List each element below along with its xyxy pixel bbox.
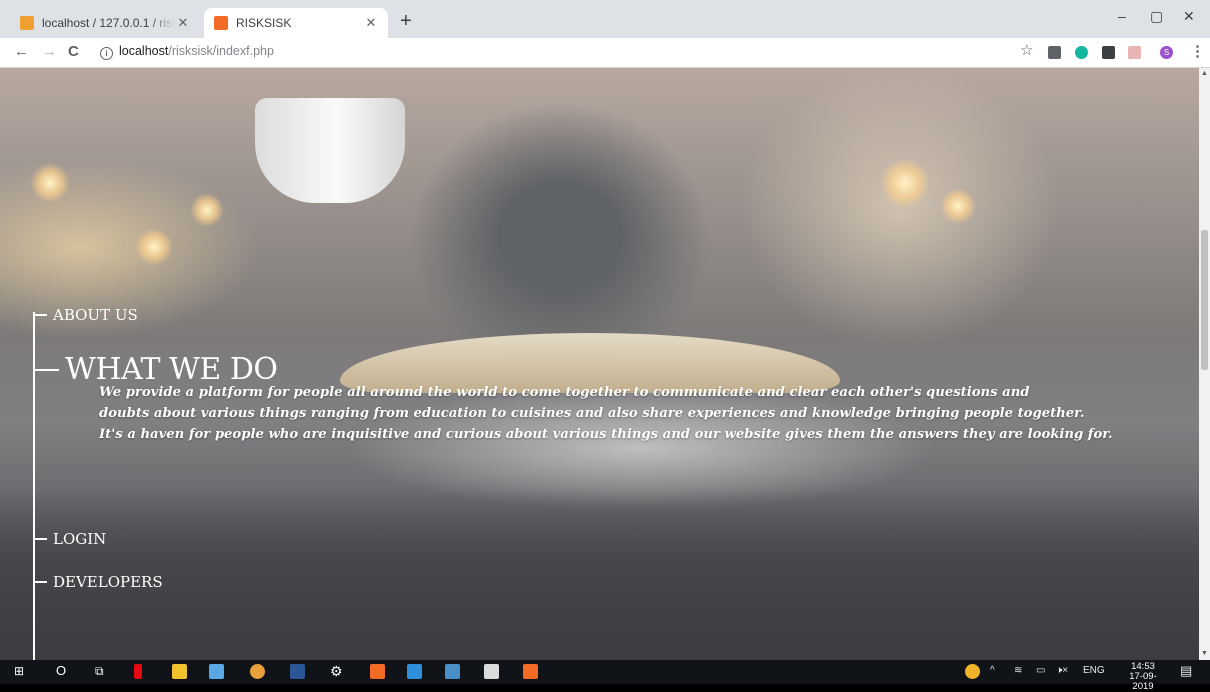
settings-gear-icon[interactable]: ⚙ <box>330 663 343 679</box>
scroll-thumb[interactable] <box>1201 230 1208 370</box>
task-view-icon[interactable]: ⧉ <box>95 663 104 679</box>
notifications-icon[interactable]: ▤ <box>1180 663 1192 679</box>
word-icon[interactable] <box>290 664 305 679</box>
windows-start-icon[interactable]: ⊞ <box>14 663 24 679</box>
risksisk-favicon-icon <box>214 16 228 30</box>
volume-muted-icon[interactable]: 🕨× <box>1056 665 1068 676</box>
windows-taskbar: ⊞ O ⧉ ⚙ ^ ≋ ▭ 🕨× ENG 14:53 17-09-2019 ▤ <box>0 660 1210 692</box>
tab-phpmyadmin[interactable]: localhost / 127.0.0.1 / risksisk / lo ✕ <box>10 8 200 38</box>
reload-icon[interactable]: C <box>68 44 79 60</box>
fairy-light <box>880 158 930 208</box>
description-line: doubts about various things ranging from… <box>99 406 1085 421</box>
app-icon[interactable] <box>445 664 460 679</box>
fairy-light <box>30 163 70 203</box>
tab-title: RISKSISK <box>236 16 292 30</box>
extension-camera-icon[interactable] <box>1048 46 1061 59</box>
address-path: /risksisk/indexf.php <box>168 44 274 58</box>
coffee-cup-image <box>255 98 405 203</box>
nav-tick <box>33 581 47 583</box>
address-host: localhost <box>119 44 169 58</box>
nav-login[interactable]: LOGIN <box>33 530 106 548</box>
network-icon[interactable]: ≋ <box>1014 665 1022 676</box>
minimize-icon[interactable]: – <box>1118 8 1126 24</box>
blanket-shade <box>0 488 1199 660</box>
extension-teal-icon[interactable] <box>1075 46 1088 59</box>
search-icon[interactable]: O <box>56 663 66 679</box>
language-indicator[interactable]: ENG <box>1083 665 1105 676</box>
phpmyadmin-favicon-icon <box>20 16 34 30</box>
page-scrollbar[interactable]: ▲ ▼ <box>1199 68 1210 660</box>
nav-developers-label: DEVELOPERS <box>53 573 163 591</box>
nav-tick <box>33 538 47 540</box>
address-bar[interactable]: i localhost/risksisk/indexf.php <box>100 44 274 60</box>
nav-developers[interactable]: DEVELOPERS <box>33 573 163 591</box>
risksisk-app-icon[interactable] <box>370 664 385 679</box>
netflix-icon[interactable] <box>134 664 142 679</box>
file-explorer-icon[interactable] <box>172 664 187 679</box>
nav-about-label: ABOUT US <box>53 306 138 324</box>
what-we-do-description: We provide a platform for people all aro… <box>99 382 1159 445</box>
browser-tab-bar: localhost / 127.0.0.1 / risksisk / lo ✕ … <box>0 0 1210 38</box>
app-icon[interactable] <box>523 664 538 679</box>
bookmark-star-icon[interactable]: ☆ <box>1020 43 1033 59</box>
profile-avatar[interactable]: S <box>1160 46 1173 59</box>
tab-risksisk[interactable]: RISKSISK ✕ <box>204 8 388 38</box>
battery-icon[interactable]: ▭ <box>1036 665 1045 676</box>
fairy-light <box>135 228 173 266</box>
chrome-icon[interactable] <box>250 664 265 679</box>
maximize-icon[interactable]: ▢ <box>1150 8 1163 25</box>
system-clock[interactable]: 14:53 17-09-2019 <box>1122 662 1164 692</box>
store-icon[interactable] <box>209 664 224 679</box>
forward-arrow-icon[interactable]: → <box>42 44 57 60</box>
tray-chevron-icon[interactable]: ^ <box>990 665 995 676</box>
extension-pdf-icon[interactable] <box>1128 46 1141 59</box>
clock-date: 17-09-2019 <box>1129 671 1157 692</box>
nav-tick <box>33 314 47 316</box>
browser-toolbar: ← → C i localhost/risksisk/indexf.php ☆ S… <box>0 38 1210 68</box>
tab-close-icon[interactable]: ✕ <box>364 15 378 31</box>
scroll-down-arrow-icon[interactable]: ▼ <box>1199 648 1210 660</box>
tab-close-icon[interactable]: ✕ <box>176 15 190 31</box>
scroll-up-arrow-icon[interactable]: ▲ <box>1199 68 1210 80</box>
fairy-light <box>190 193 224 227</box>
new-tab-button[interactable]: + <box>400 11 412 31</box>
nav-about-us[interactable]: ABOUT US <box>33 306 138 324</box>
back-arrow-icon[interactable]: ← <box>14 44 29 60</box>
photos-icon[interactable] <box>484 664 499 679</box>
window-close-icon[interactable]: ✕ <box>1183 8 1195 25</box>
help-icon[interactable] <box>965 664 980 679</box>
tab-title: localhost / 127.0.0.1 / risksisk / lo <box>42 16 176 30</box>
browser-menu-icon[interactable]: ⋮ <box>1190 44 1205 60</box>
nav-tick <box>33 368 59 371</box>
site-info-icon[interactable]: i <box>100 47 113 60</box>
extension-g-icon[interactable] <box>1102 46 1115 59</box>
description-line: It's a haven for people who are inquisit… <box>99 427 1113 442</box>
description-line: We provide a platform for people all aro… <box>99 385 1030 400</box>
hero-section: ABOUT US WHAT WE DO LOGIN DEVELOPERS We … <box>0 68 1199 660</box>
fairy-light <box>940 188 976 224</box>
nav-login-label: LOGIN <box>53 530 107 548</box>
vscode-icon[interactable] <box>407 664 422 679</box>
